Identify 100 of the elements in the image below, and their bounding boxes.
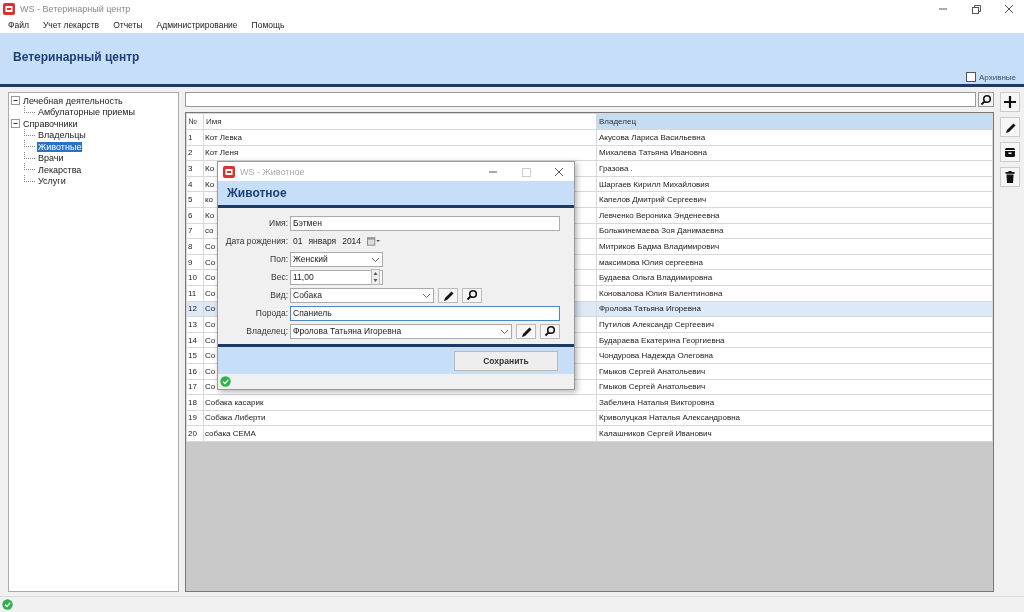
table-cell: Шаргаев Кирилл Михайловия	[596, 176, 993, 192]
check-icon	[2, 599, 13, 610]
table-cell: 18	[186, 394, 204, 411]
restore-icon[interactable]	[971, 3, 981, 14]
table-cell: 14	[186, 332, 204, 348]
column-header[interactable]: Имя	[203, 113, 597, 130]
app-heading: Ветеринарный центр	[13, 50, 141, 64]
menu-item[interactable]: Отчеты	[113, 20, 143, 30]
table-cell: максимова Юлия сергеевна	[596, 254, 993, 270]
tree-item[interactable]: Врачи	[37, 153, 65, 164]
table-cell: 20	[186, 425, 204, 442]
table-cell: Кот Левка	[203, 129, 597, 146]
table-cell: Путилов Александр Сергеевич	[596, 316, 993, 333]
table-cell: Калашников Сергей Иванович	[596, 425, 993, 442]
table-cell: 5	[186, 191, 204, 208]
field-label: Дата рождения:	[224, 236, 289, 246]
input-field[interactable]: Бэтмен	[290, 215, 560, 231]
close-icon[interactable]	[554, 166, 564, 177]
table-cell: 19	[186, 410, 204, 426]
search-button[interactable]	[462, 287, 482, 303]
table-cell: 4	[186, 176, 204, 192]
search-button[interactable]	[978, 92, 994, 107]
table-cell: 9	[186, 254, 204, 270]
save-button[interactable]: Сохранить	[454, 350, 558, 371]
window-title: WS - Ветеринарный центр	[20, 3, 131, 14]
chevron-icon	[371, 255, 380, 263]
table-cell: Кот Леня	[203, 145, 597, 161]
table-cell: Акусова Лариса Васильевна	[596, 129, 993, 146]
add-button[interactable]	[1000, 92, 1020, 112]
table-cell: 17	[186, 379, 204, 395]
field-label: Вид:	[269, 290, 289, 300]
delete-button[interactable]	[1000, 167, 1020, 187]
field-label: Вес:	[270, 272, 289, 282]
table-cell: Михалева Татьяна Ивановна	[596, 145, 993, 161]
table-cell: 8	[186, 238, 204, 255]
tree-item[interactable]: Справочники	[22, 118, 79, 129]
table-cell: 7	[186, 223, 204, 239]
column-header[interactable]: №	[186, 113, 204, 130]
search-icon	[466, 289, 478, 301]
input-field[interactable]: Спаниель	[290, 305, 560, 321]
search-button[interactable]	[540, 323, 560, 339]
spinner-icon	[371, 269, 380, 285]
table-cell: 15	[186, 347, 204, 364]
column-header[interactable]: Владелец	[596, 113, 993, 130]
collapse-icon[interactable]	[11, 96, 20, 106]
archive-checkbox[interactable]	[965, 72, 976, 82]
archive-button[interactable]	[1000, 142, 1020, 162]
table-cell: Гразова .	[596, 160, 993, 177]
archive-box-icon	[1004, 146, 1016, 158]
search-icon	[544, 325, 556, 337]
number-field[interactable]: 11,00	[290, 269, 383, 285]
pencil-icon	[1004, 121, 1016, 133]
dialog-title: WS - Животное	[240, 166, 305, 177]
table-cell: Собака Либерти	[203, 410, 597, 426]
menu-item[interactable]: Файл	[8, 20, 29, 30]
dropdown[interactable]: Фролова Татьяна Игоревна	[290, 323, 512, 339]
table-cell: Гмыков Сергей Анатольевич	[596, 379, 993, 395]
close-icon[interactable]	[1004, 3, 1014, 14]
table-cell: 13	[186, 316, 204, 333]
table-cell: Коновалова Юлия Валентиновна	[596, 285, 993, 302]
search-field[interactable]	[185, 92, 976, 107]
edit-button[interactable]	[1000, 117, 1020, 137]
tree-item[interactable]: Амбулаторные приемы	[37, 107, 136, 118]
tree-item[interactable]: Лекарства	[37, 164, 83, 175]
table-cell: 2	[186, 145, 204, 161]
menu-item[interactable]: Учет лекарств	[42, 20, 100, 30]
tree-item[interactable]: Владельцы	[37, 130, 87, 141]
table-cell: Капелов Дмитрий Сергеевич	[596, 191, 993, 208]
chevron-icon	[422, 291, 431, 299]
table-cell: собака СЕМА	[203, 425, 597, 442]
table-cell: Собака касарик	[203, 394, 597, 411]
pencil-icon	[520, 325, 532, 337]
table-cell: Больжинемаева Зоя Данимаевна	[596, 223, 993, 239]
dropdown[interactable]: Собака	[290, 287, 434, 303]
calendar-icon	[367, 236, 380, 246]
menu-item[interactable]: Администрирование	[156, 20, 238, 30]
table-cell: Гмыков Сергей Анатольевич	[596, 363, 993, 379]
edit-button[interactable]	[438, 287, 458, 303]
table-cell: Криволуцкая Наталья Александровна	[596, 410, 993, 426]
maximize-icon	[521, 166, 531, 177]
tree-item[interactable]: Услуги	[37, 176, 67, 187]
table-cell: 10	[186, 269, 204, 286]
tree-item[interactable]: Лечебная деятельность	[22, 95, 124, 106]
table-cell: Бударaева Екатерина Георгиевна	[596, 332, 993, 348]
edit-button[interactable]	[516, 323, 536, 339]
menu-item[interactable]: Помощь	[251, 20, 285, 30]
dropdown[interactable]: Женский	[290, 251, 383, 267]
field-label: Порода:	[254, 308, 289, 318]
chevron-icon	[500, 327, 509, 335]
table-cell: Левченко Вероника Энденеевна	[596, 207, 993, 224]
collapse-icon[interactable]	[11, 119, 20, 129]
checkbox-label: Архивные	[978, 72, 1016, 82]
app-icon	[223, 165, 235, 178]
add-icon	[1003, 95, 1017, 109]
tree-item[interactable]: Животные	[37, 141, 83, 152]
field-label: Пол:	[269, 254, 289, 264]
table-cell: Забелина Наталья Викторовна	[596, 394, 993, 411]
table-cell: 11	[186, 285, 204, 302]
table-cell: 6	[186, 207, 204, 224]
table-cell: 16	[186, 363, 204, 379]
